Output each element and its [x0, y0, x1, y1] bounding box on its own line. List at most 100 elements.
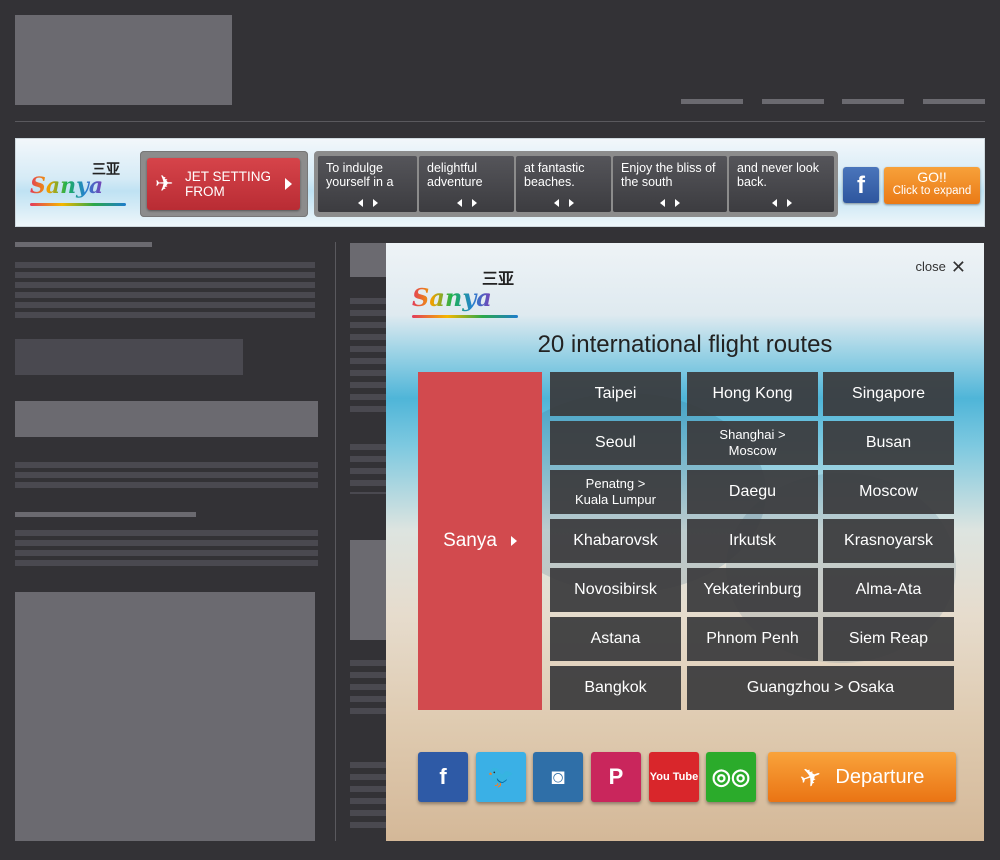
- facebook-icon[interactable]: f: [418, 752, 468, 802]
- tripadvisor-icon[interactable]: ◎◎: [706, 752, 756, 802]
- nav-placeholder-1[interactable]: [681, 99, 743, 104]
- logo-swoosh: [412, 315, 518, 318]
- step-text: yourself in a: [326, 175, 394, 189]
- pinterest-icon[interactable]: P: [591, 752, 641, 802]
- banner-step-2[interactable]: delightful adventure: [419, 156, 514, 212]
- route-cell[interactable]: Seoul: [550, 421, 681, 465]
- close-label: close: [915, 259, 946, 274]
- twitter-icon[interactable]: 🐦: [476, 752, 526, 802]
- go-expand-button[interactable]: GO!! Click to expand: [884, 167, 980, 204]
- prev-arrow-icon[interactable]: [456, 199, 462, 207]
- route-label: Shanghai >: [719, 427, 786, 442]
- route-label: Busan: [865, 434, 912, 451]
- route-cell[interactable]: Yekaterinburg: [687, 568, 818, 612]
- step-arrows[interactable]: [419, 199, 514, 207]
- route-cell[interactable]: Guangzhou > Osaka: [687, 666, 954, 710]
- route-cell[interactable]: Alma-Ata: [823, 568, 954, 612]
- left-text-block-2: [15, 462, 318, 490]
- play-arrow-icon: [285, 178, 292, 190]
- step-arrows[interactable]: [613, 199, 727, 207]
- route-cell[interactable]: Shanghai > Moscow: [687, 421, 818, 465]
- jet-setting-label: JET SETTING FROM: [185, 169, 272, 199]
- route-cell[interactable]: Khabarovsk: [550, 519, 681, 563]
- route-cell[interactable]: Krasnoyarsk: [823, 519, 954, 563]
- step-text: Enjoy the bliss of: [621, 161, 716, 175]
- flight-routes-overlay: Sanya 三亚 close ✕ 20 international flight…: [386, 243, 984, 841]
- route-cell[interactable]: Busan: [823, 421, 954, 465]
- departure-plane-icon: ✈: [794, 758, 826, 795]
- route-cell[interactable]: Moscow: [823, 470, 954, 514]
- prev-arrow-icon[interactable]: [771, 199, 777, 207]
- next-arrow-icon[interactable]: [675, 199, 680, 207]
- step-text: To indulge: [326, 161, 383, 175]
- route-cell[interactable]: Bangkok: [550, 666, 681, 710]
- next-arrow-icon[interactable]: [471, 199, 477, 207]
- route-cell[interactable]: Taipei: [550, 372, 681, 416]
- next-arrow-icon[interactable]: [786, 199, 792, 207]
- mid-text-3: [350, 660, 386, 720]
- left-box-2: [15, 401, 318, 437]
- route-cell[interactable]: Hong Kong: [687, 372, 818, 416]
- route-cell[interactable]: Irkutsk: [687, 519, 818, 563]
- prev-arrow-icon[interactable]: [357, 199, 363, 207]
- sanya-logo-text: Sanya: [412, 283, 492, 312]
- logo-swoosh: [30, 203, 126, 206]
- route-label: Novosibirsk: [574, 581, 657, 598]
- mid-box-1: [350, 243, 386, 277]
- jet-setting-frame: ✈ JET SETTING FROM: [140, 151, 308, 217]
- header-divider: [15, 121, 985, 122]
- route-label: Hong Kong: [712, 385, 793, 402]
- expand-label: Click to expand: [892, 185, 972, 197]
- next-arrow-icon[interactable]: [372, 199, 378, 207]
- step-text: beaches.: [524, 175, 575, 189]
- route-cell[interactable]: Phnom Penh: [687, 617, 818, 661]
- route-label: Irkutsk: [728, 532, 777, 549]
- jet-setting-button[interactable]: ✈ JET SETTING FROM: [147, 158, 300, 210]
- route-cell[interactable]: Astana: [550, 617, 681, 661]
- step-arrows[interactable]: [729, 199, 834, 207]
- airplane-icon: ✈: [155, 171, 174, 196]
- youtube-icon[interactable]: You Tube: [649, 752, 699, 802]
- route-cell[interactable]: Novosibirsk: [550, 568, 681, 612]
- prev-arrow-icon[interactable]: [660, 199, 665, 207]
- left-text-block-1: [15, 262, 315, 322]
- route-label: Daegu: [728, 483, 777, 500]
- mid-text-1: [350, 298, 386, 418]
- banner-step-5[interactable]: and never look back.: [729, 156, 834, 212]
- overlay-title: 20 international flight routes: [537, 331, 833, 358]
- origin-sanya-button[interactable]: Sanya: [418, 372, 542, 710]
- left-box-1: [15, 339, 243, 375]
- left-heading-placeholder: [15, 242, 152, 247]
- sanya-logo-chinese: 三亚: [482, 269, 515, 288]
- banner-step-4[interactable]: Enjoy the bliss of the south: [613, 156, 727, 212]
- route-label: Alma-Ata: [855, 581, 922, 598]
- route-cell[interactable]: Daegu: [687, 470, 818, 514]
- nav-placeholder-4[interactable]: [923, 99, 985, 104]
- column-divider: [335, 242, 336, 841]
- instagram-icon[interactable]: ◙: [533, 752, 583, 802]
- left-heading-placeholder-2: [15, 512, 196, 517]
- banner-step-1[interactable]: To indulge yourself in a: [318, 156, 417, 212]
- mid-text-4: [350, 762, 386, 832]
- close-button[interactable]: close ✕: [915, 258, 966, 276]
- banner-step-3[interactable]: at fantastic beaches.: [516, 156, 611, 212]
- route-label: Yekaterinburg: [703, 581, 802, 598]
- nav-placeholder-3[interactable]: [842, 99, 904, 104]
- route-cell[interactable]: Siem Reap: [823, 617, 954, 661]
- sanya-banner-ad[interactable]: Sanya 三亚 ✈ JET SETTING FROM To indulge y…: [15, 138, 985, 227]
- route-label: Moscow: [859, 483, 918, 500]
- facebook-icon[interactable]: f: [843, 167, 879, 203]
- prev-arrow-icon[interactable]: [553, 199, 559, 207]
- next-arrow-icon[interactable]: [568, 199, 574, 207]
- step-arrows[interactable]: [318, 199, 417, 207]
- route-label: Khabarovsk: [573, 532, 658, 549]
- route-cell[interactable]: Penatng > Kuala Lumpur: [550, 470, 681, 514]
- go-label: GO!!: [917, 169, 947, 185]
- route-label: Astana: [590, 630, 641, 647]
- departure-button[interactable]: ✈ Departure: [768, 752, 956, 802]
- left-text-block-3: [15, 530, 318, 570]
- route-cell[interactable]: Singapore: [823, 372, 954, 416]
- step-arrows[interactable]: [516, 199, 611, 207]
- nav-placeholder-2[interactable]: [762, 99, 824, 104]
- play-arrow-icon: [510, 536, 517, 546]
